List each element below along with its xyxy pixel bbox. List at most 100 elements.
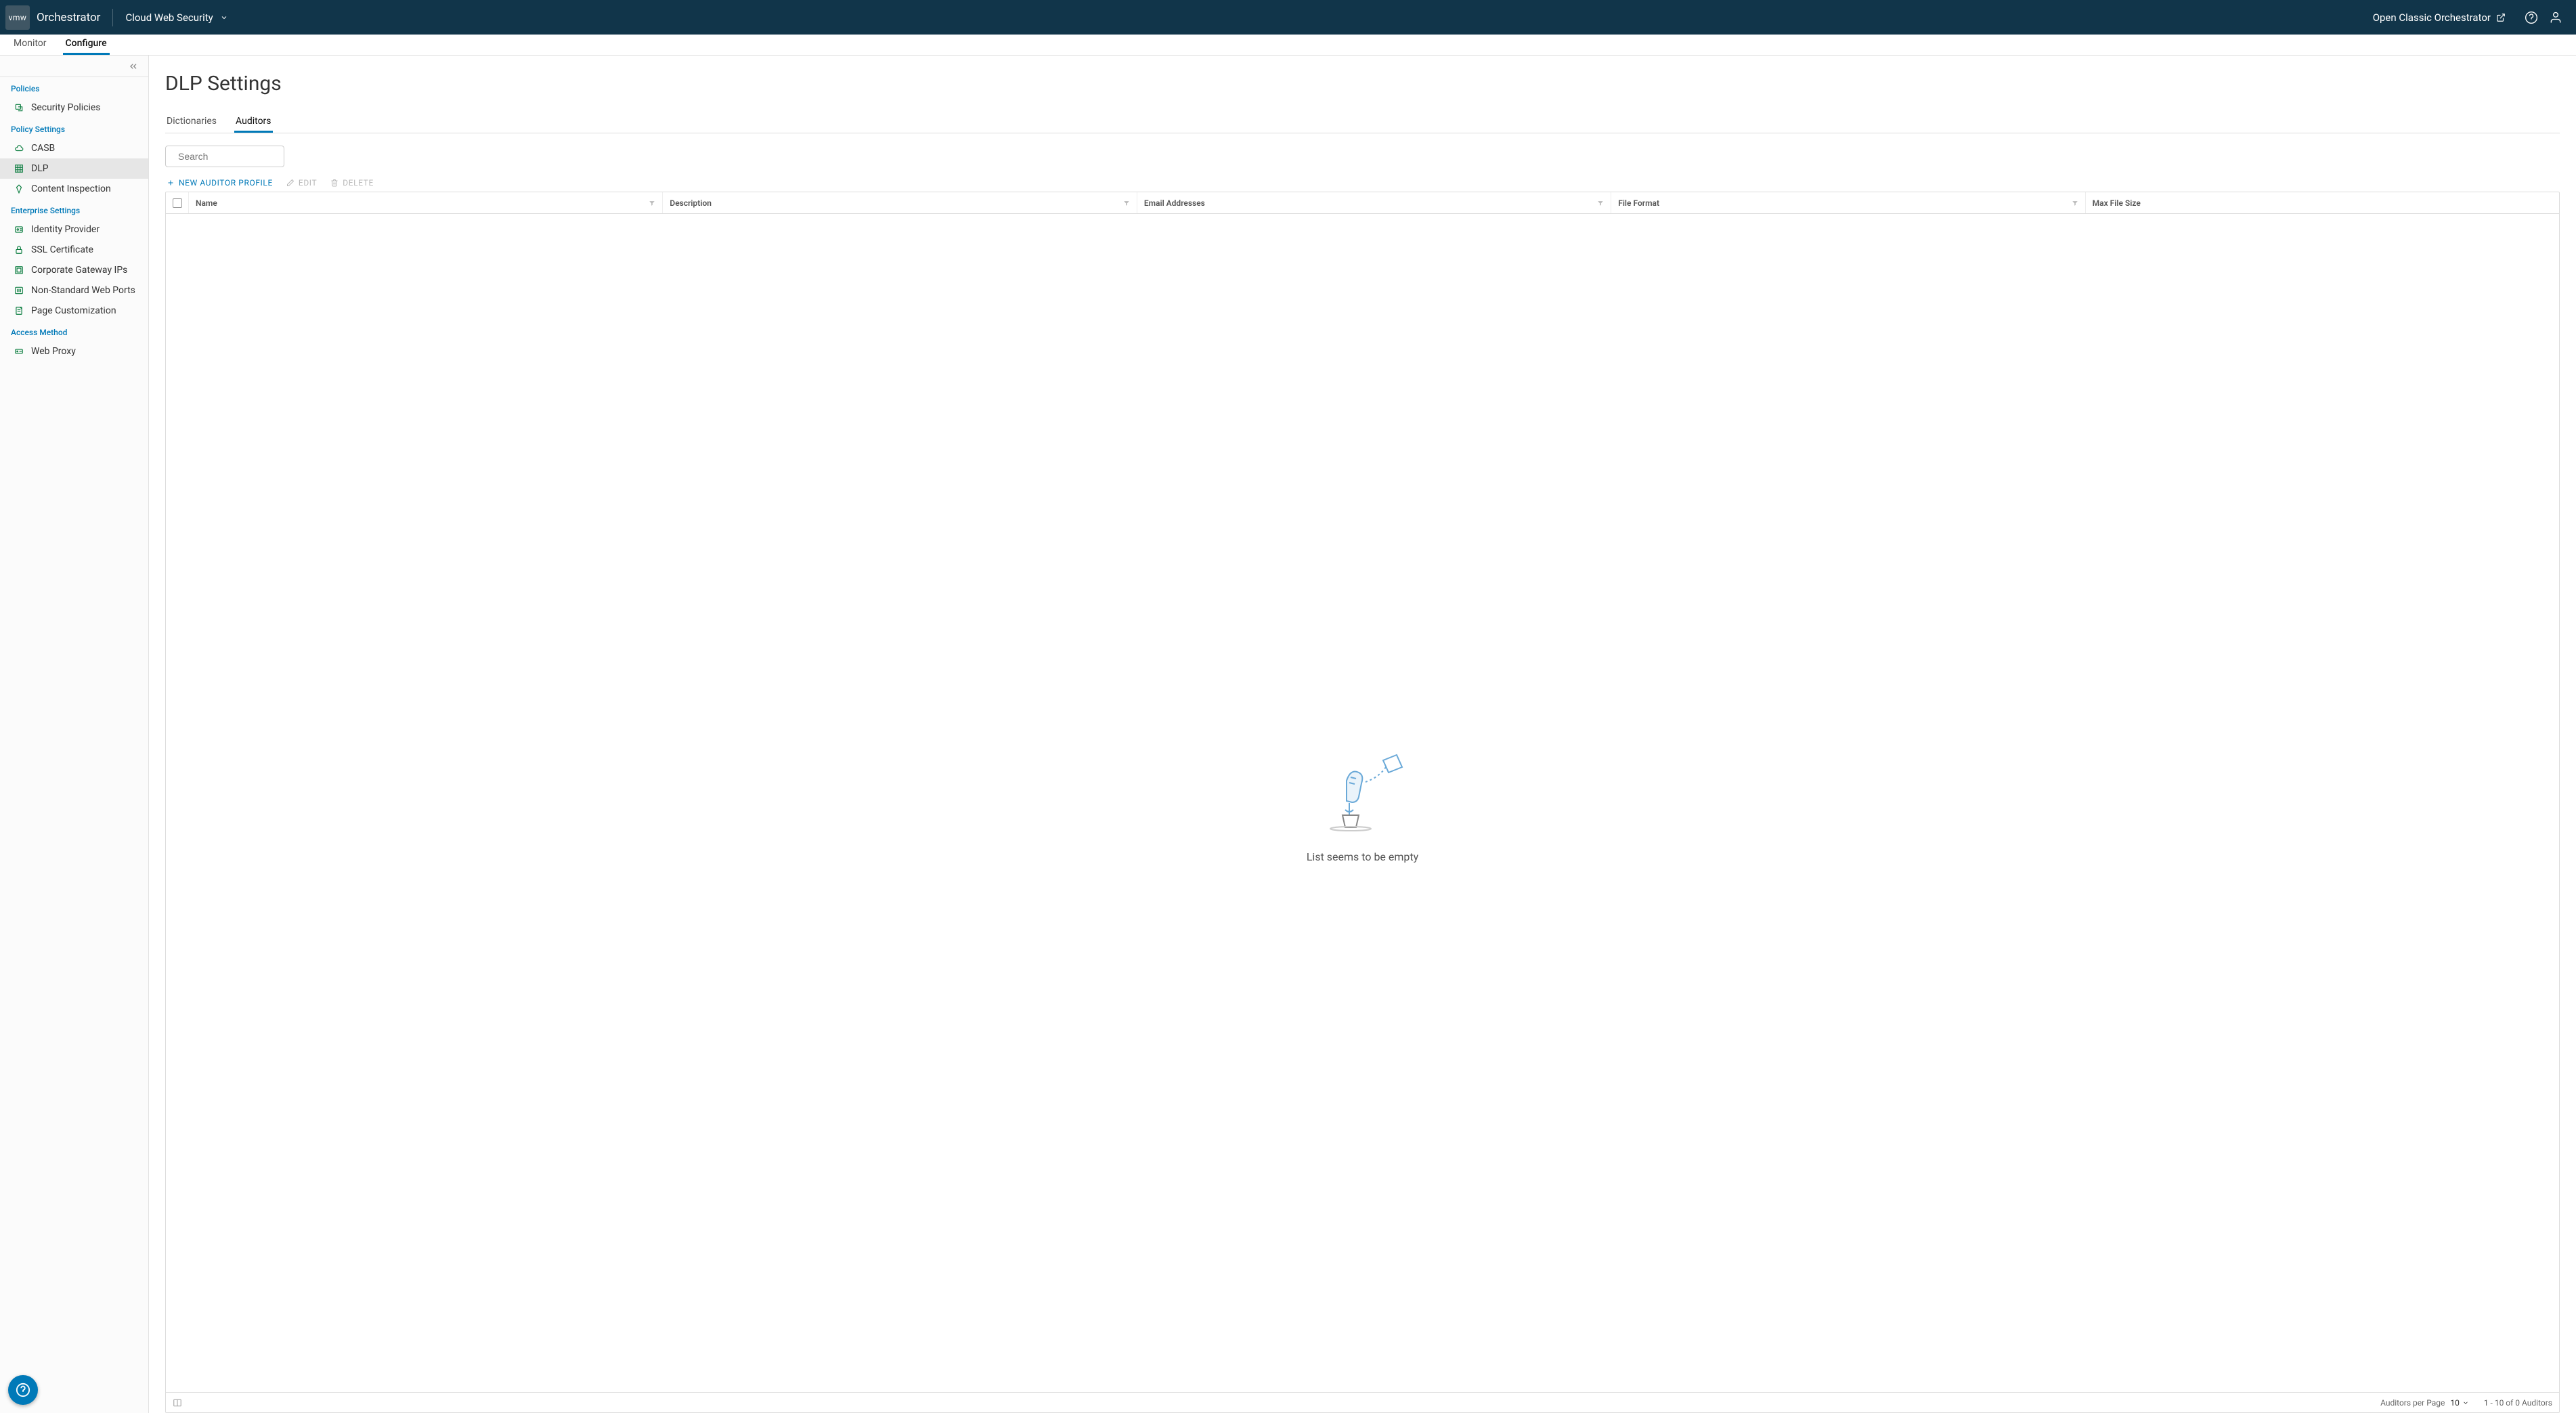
lock-icon (14, 245, 24, 255)
chevron-down-icon (220, 14, 228, 22)
new-auditor-button[interactable]: NEW AUDITOR PROFILE (167, 178, 273, 188)
workspace: Policies Security Policies Policy Settings… (0, 56, 2576, 1413)
nav-section-title: Access Method (0, 321, 148, 341)
sidebar-item-ssl-certificate[interactable]: SSL Certificate (0, 240, 148, 260)
column-label: Description (670, 198, 712, 208)
plus-icon (167, 179, 175, 187)
help-circle-icon (16, 1383, 30, 1397)
top-bar: vmw Orchestrator Cloud Web Security Open… (0, 0, 2576, 35)
column-label: Max File Size (2093, 198, 2141, 208)
sidebar-item-label: Security Policies (31, 102, 101, 113)
user-icon (2549, 11, 2562, 24)
sidebar-item-label: Corporate Gateway IPs (31, 265, 127, 276)
open-classic-label: Open Classic Orchestrator (2373, 12, 2491, 24)
table-footer: Auditors per Page 10 1 - 10 of 0 Auditor… (166, 1392, 2559, 1412)
sidebar-item-security-policies[interactable]: Security Policies (0, 97, 148, 118)
help-circle-icon (2525, 11, 2538, 24)
filter-icon[interactable] (649, 200, 655, 206)
checkbox-icon (173, 198, 182, 208)
account-button[interactable] (2544, 11, 2568, 24)
open-classic-link[interactable]: Open Classic Orchestrator (2373, 12, 2506, 24)
primary-tab-monitor[interactable]: Monitor (11, 34, 49, 55)
sidebar-item-web-proxy[interactable]: Web Proxy (0, 341, 148, 362)
range-text: 1 - 10 of 0 Auditors (2484, 1398, 2552, 1408)
router-icon (14, 265, 24, 275)
sidebar-item-label: Non-Standard Web Ports (31, 285, 135, 296)
nav-section-title: Enterprise Settings (0, 199, 148, 219)
column-file-format[interactable]: File Format (1611, 192, 2085, 213)
sub-tabs: Dictionaries Auditors (165, 112, 2560, 133)
search-input[interactable] (165, 146, 284, 167)
sidebar-item-label: Web Proxy (31, 346, 76, 357)
column-name[interactable]: Name (189, 192, 663, 213)
column-email-addresses[interactable]: Email Addresses (1137, 192, 1611, 213)
vmware-logo: vmw (5, 5, 30, 30)
trash-icon (330, 179, 339, 187)
sidebar-item-content-inspection[interactable]: Content Inspection (0, 179, 148, 199)
empty-state-text: List seems to be empty (1307, 850, 1418, 863)
column-layout-button[interactable] (173, 1398, 182, 1408)
delete-label: DELETE (343, 178, 374, 188)
divider (112, 9, 113, 26)
shield-out-icon (14, 103, 24, 112)
cloud-icon (14, 144, 24, 153)
table-body: List seems to be empty (166, 214, 2559, 1392)
sidebar-item-label: CASB (31, 143, 55, 154)
service-picker[interactable]: Cloud Web Security (125, 12, 227, 24)
help-button[interactable] (2519, 11, 2544, 24)
sidebar-item-corporate-gateway-ips[interactable]: Corporate Gateway IPs (0, 260, 148, 280)
select-all[interactable] (166, 192, 189, 213)
sidebar-collapse[interactable] (0, 56, 148, 77)
per-page: Auditors per Page 10 (2380, 1398, 2469, 1408)
column-label: Name (196, 198, 217, 208)
empty-state-illustration (1315, 743, 1410, 838)
columns-icon (173, 1398, 182, 1408)
sidebar-item-page-customization[interactable]: Page Customization (0, 301, 148, 321)
column-label: File Format (1618, 198, 1659, 208)
pencil-icon (286, 179, 294, 187)
per-page-value: 10 (2450, 1398, 2460, 1408)
main: DLP Settings DictionariesAuditors NEW AU… (149, 56, 2576, 1413)
sidebar-item-dlp[interactable]: DLP (0, 158, 148, 179)
table-header: Name Description Email Addresses File Forma… (166, 192, 2559, 214)
filter-icon[interactable] (1123, 200, 1130, 206)
edit-button: EDIT (286, 178, 317, 188)
external-link-icon (2496, 13, 2506, 22)
column-max-file-size[interactable]: Max File Size (2086, 192, 2559, 213)
help-bubble[interactable] (8, 1375, 38, 1405)
column-description[interactable]: Description (663, 192, 1137, 213)
chevron-down-icon (2462, 1399, 2469, 1406)
sidebar-item-label: SSL Certificate (31, 244, 93, 255)
id-icon (14, 225, 24, 234)
table-actions: NEW AUDITOR PROFILE EDIT DELETE (167, 178, 2558, 188)
primary-tab-configure[interactable]: Configure (63, 34, 110, 55)
nav-section-title: Policy Settings (0, 118, 148, 138)
service-picker-label: Cloud Web Security (125, 12, 213, 24)
sidebar-item-non-standard-web-ports[interactable]: Non-Standard Web Ports (0, 280, 148, 301)
brand: vmw Orchestrator (5, 5, 100, 30)
delete-button: DELETE (330, 178, 374, 188)
diamond-icon (14, 184, 24, 194)
filter-icon[interactable] (1597, 200, 1604, 206)
per-page-select[interactable]: 10 (2450, 1398, 2469, 1408)
primary-tabs: Monitor Configure (0, 35, 2576, 56)
app-name: Orchestrator (37, 11, 100, 24)
double-chevron-left-icon (128, 61, 139, 72)
sidebar-item-identity-provider[interactable]: Identity Provider (0, 219, 148, 240)
search-field[interactable] (178, 151, 301, 162)
nav-section-title: Policies (0, 77, 148, 97)
sub-tab-auditors[interactable]: Auditors (234, 112, 272, 133)
filter-icon[interactable] (2072, 200, 2078, 206)
sidebar: Policies Security Policies Policy Settings… (0, 56, 149, 1413)
sub-tab-dictionaries[interactable]: Dictionaries (165, 112, 218, 133)
ports-icon (14, 286, 24, 295)
sidebar-item-casb[interactable]: CASB (0, 138, 148, 158)
new-auditor-label: NEW AUDITOR PROFILE (179, 178, 273, 188)
per-page-label: Auditors per Page (2380, 1398, 2445, 1408)
grid-icon (14, 164, 24, 173)
page-icon (14, 306, 24, 316)
sidebar-item-label: Page Customization (31, 305, 116, 316)
sidebar-item-label: DLP (31, 163, 49, 174)
sidebar-item-label: Identity Provider (31, 224, 100, 235)
sidebar-item-label: Content Inspection (31, 183, 111, 194)
